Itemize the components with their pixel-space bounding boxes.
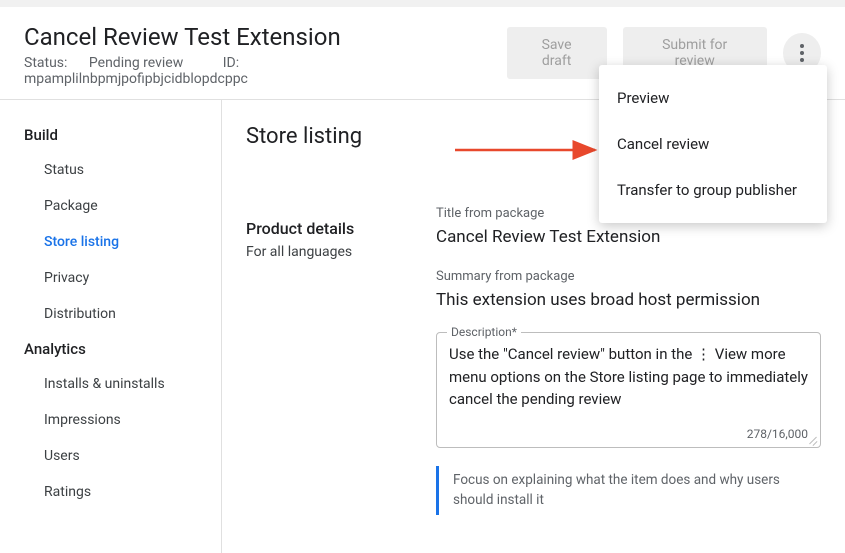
sidebar-item-store-listing[interactable]: Store listing xyxy=(0,224,221,260)
resize-handle-icon[interactable] xyxy=(807,434,817,444)
sidebar-item-installs[interactable]: Installs & uninstalls xyxy=(0,366,221,402)
description-label: Description* xyxy=(447,325,521,339)
summary-value: This extension uses broad host permissio… xyxy=(436,290,821,310)
product-details-sub: For all languages xyxy=(246,244,436,260)
sidebar-item-privacy[interactable]: Privacy xyxy=(0,260,221,296)
more-options-menu: Preview Cancel review Transfer to group … xyxy=(599,65,827,223)
save-draft-button[interactable]: Save draft xyxy=(507,27,607,79)
description-counter: 278/16,000 xyxy=(449,427,808,441)
sidebar: Build Status Package Store listing Priva… xyxy=(0,100,222,553)
sidebar-group-build: Build xyxy=(0,118,221,152)
description-fieldset: Description* 278/16,000 xyxy=(436,332,821,448)
sidebar-item-users[interactable]: Users xyxy=(0,438,221,474)
sidebar-item-status[interactable]: Status xyxy=(0,152,221,188)
menu-item-cancel-review[interactable]: Cancel review xyxy=(599,121,827,167)
menu-item-transfer[interactable]: Transfer to group publisher xyxy=(599,167,827,213)
sidebar-item-distribution[interactable]: Distribution xyxy=(0,296,221,332)
sidebar-item-impressions[interactable]: Impressions xyxy=(0,402,221,438)
description-hint: Focus on explaining what the item does a… xyxy=(436,466,806,515)
annotation-arrow-icon xyxy=(455,140,605,160)
product-details-heading: Product details xyxy=(246,219,436,238)
sidebar-item-ratings[interactable]: Ratings xyxy=(0,474,221,510)
page-title: Cancel Review Test Extension xyxy=(24,23,507,51)
title-from-package-value: Cancel Review Test Extension xyxy=(436,227,821,247)
menu-item-preview[interactable]: Preview xyxy=(599,75,827,121)
vertical-dots-icon xyxy=(800,44,804,62)
sidebar-item-package[interactable]: Package xyxy=(0,188,221,224)
sidebar-group-analytics: Analytics xyxy=(0,332,221,366)
description-textarea[interactable] xyxy=(449,343,808,421)
summary-label: Summary from package xyxy=(436,269,821,284)
header-subtitle: Status: Pending review ID: mpamplilnbpmj… xyxy=(24,55,507,87)
section-title: Store listing xyxy=(246,124,436,149)
